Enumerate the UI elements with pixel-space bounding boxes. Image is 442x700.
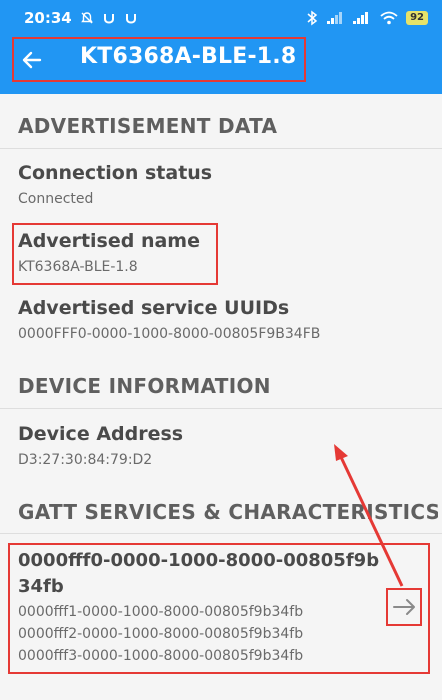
section-header-device-info: DEVICE INFORMATION: [18, 374, 271, 398]
wifi-icon: [380, 11, 398, 25]
advertised-name-value: KT6368A-BLE-1.8: [18, 259, 138, 275]
notification-app-icon: [124, 11, 138, 25]
section-header-gatt: GATT SERVICES & CHARACTERISTICS: [18, 500, 438, 524]
status-bar: 20:34 92: [0, 0, 442, 36]
device-address-label: Device Address: [18, 423, 184, 445]
advertised-uuids-label: Advertised service UUIDs: [18, 297, 290, 319]
connection-status-label: Connection status: [18, 162, 213, 184]
signal-hd-icon: [352, 11, 372, 25]
app-bar: KT6368A-BLE-1.8: [0, 36, 442, 94]
signal-icon: [326, 11, 344, 25]
status-time: 20:34: [24, 9, 72, 27]
advertised-name-label: Advertised name: [18, 230, 200, 252]
arrow-right-icon[interactable]: [388, 590, 420, 624]
divider: [0, 408, 442, 409]
divider: [0, 533, 442, 534]
device-address-value: D3:27:30:84:79:D2: [18, 452, 153, 468]
characteristic-uuid: 0000fff3-0000-1000-8000-00805f9b34fb: [18, 648, 304, 664]
connection-status-value: Connected: [18, 191, 94, 207]
characteristic-uuid: 0000fff1-0000-1000-8000-00805f9b34fb: [18, 604, 304, 620]
bluetooth-icon: [306, 10, 318, 26]
divider: [0, 148, 442, 149]
characteristic-uuid: 0000fff2-0000-1000-8000-00805f9b34fb: [18, 626, 304, 642]
back-arrow-icon[interactable]: [22, 51, 42, 73]
battery-icon: 92: [406, 11, 428, 25]
service-uuid-line2: 34fb: [18, 576, 64, 597]
section-header-advertisement: ADVERTISEMENT DATA: [18, 114, 278, 138]
alarm-off-icon: [80, 11, 94, 25]
advertised-uuids-value: 0000FFF0-0000-1000-8000-00805F9B34FB: [18, 326, 321, 342]
service-uuid-line1: 0000fff0-0000-1000-8000-00805f9b: [18, 550, 380, 571]
notification-app-icon: [102, 11, 116, 25]
device-name-title: KT6368A-BLE-1.8: [80, 44, 297, 69]
